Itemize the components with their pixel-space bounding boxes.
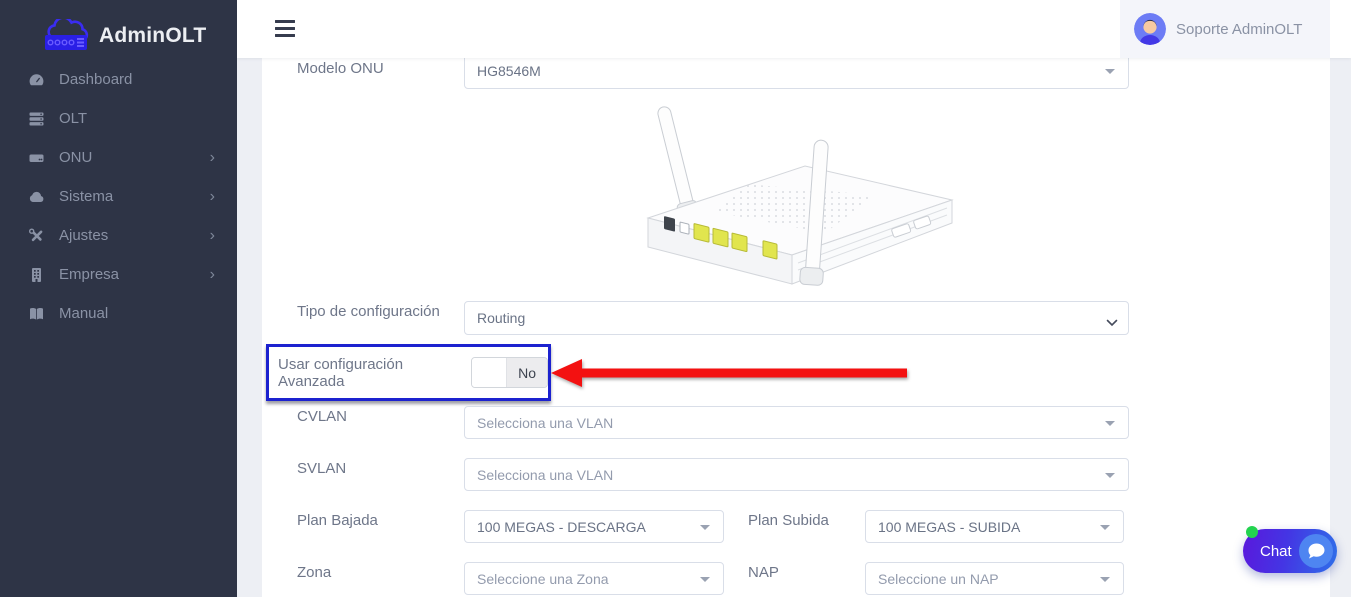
sidebar-item-label: Ajustes <box>59 227 108 244</box>
device-icon <box>28 149 46 166</box>
cvlan-placeholder: Selecciona una VLAN <box>477 415 613 431</box>
tipo-configuracion-label: Tipo de configuración <box>297 303 440 320</box>
speech-bubble-icon <box>1299 534 1333 568</box>
chevron-right-icon: › <box>210 189 215 205</box>
onu-product-image <box>620 100 965 298</box>
book-icon <box>28 305 46 322</box>
sidebar-item-label: ONU <box>59 149 92 166</box>
annotation-arrow <box>551 358 909 388</box>
brand-logo-icon <box>44 19 90 53</box>
plan-subida-select[interactable]: 100 MEGAS - SUBIDA <box>865 510 1124 543</box>
sidebar-item-ajustes[interactable]: Ajustes › <box>0 216 237 255</box>
nap-placeholder: Seleccione un NAP <box>878 571 999 587</box>
dropdown-caret-icon <box>1100 577 1110 582</box>
sidebar-item-olt[interactable]: OLT <box>0 99 237 138</box>
dropdown-caret-icon <box>1105 473 1115 478</box>
svlan-placeholder: Selecciona una VLAN <box>477 467 613 483</box>
advanced-config-toggle[interactable]: No <box>471 357 548 388</box>
building-icon <box>28 266 46 283</box>
dropdown-caret-icon <box>700 577 710 582</box>
sidebar-item-dashboard[interactable]: Dashboard <box>0 60 237 99</box>
svlan-label: SVLAN <box>297 460 346 477</box>
svlan-select[interactable]: Selecciona una VLAN <box>464 458 1129 491</box>
modelo-onu-select[interactable]: HG8546M <box>464 58 1129 89</box>
toggle-on-half <box>472 358 506 387</box>
nap-label: NAP <box>748 564 779 581</box>
plan-subida-value: 100 MEGAS - SUBIDA <box>878 519 1020 535</box>
select-chevron-icon <box>1106 314 1118 330</box>
zona-select[interactable]: Seleccione una Zona <box>464 562 724 595</box>
onu-config-form: Modelo ONU HG8546M <box>262 58 1330 597</box>
zona-label: Zona <box>297 564 331 581</box>
sidebar-item-sistema[interactable]: Sistema › <box>0 177 237 216</box>
dropdown-caret-icon <box>1105 421 1115 426</box>
plan-bajada-value: 100 MEGAS - DESCARGA <box>477 519 646 535</box>
hamburger-menu-icon[interactable] <box>275 20 295 37</box>
gauge-icon <box>28 71 46 88</box>
cvlan-label: CVLAN <box>297 408 347 425</box>
sidebar: AdminOLT Dashboard OLT ONU › Sistema <box>0 0 237 597</box>
cvlan-select[interactable]: Selecciona una VLAN <box>464 406 1129 439</box>
plan-bajada-select[interactable]: 100 MEGAS - DESCARGA <box>464 510 724 543</box>
chat-button[interactable]: Chat <box>1243 529 1337 573</box>
advanced-config-highlight-box: Usar configuración Avanzada No <box>266 344 551 401</box>
antenna-left <box>653 105 700 219</box>
chevron-right-icon: › <box>210 267 215 283</box>
user-name: Soporte AdminOLT <box>1176 21 1302 38</box>
sidebar-item-label: OLT <box>59 110 87 127</box>
dropdown-caret-icon <box>700 525 710 530</box>
sidebar-item-label: Dashboard <box>59 71 132 88</box>
chevron-right-icon: › <box>210 150 215 166</box>
plan-subida-label: Plan Subida <box>748 512 829 529</box>
tipo-configuracion-select[interactable]: Routing <box>464 301 1129 335</box>
cloud-icon <box>28 188 46 205</box>
brand-name: AdminOLT <box>99 24 206 48</box>
user-avatar <box>1134 13 1166 45</box>
tools-icon <box>28 227 46 244</box>
online-status-dot <box>1246 526 1258 538</box>
advanced-config-label: Usar configuración Avanzada <box>278 356 462 390</box>
sidebar-item-onu[interactable]: ONU › <box>0 138 237 177</box>
user-menu[interactable]: Soporte AdminOLT <box>1120 0 1330 58</box>
brand[interactable]: AdminOLT <box>0 0 237 58</box>
dropdown-caret-icon <box>1100 525 1110 530</box>
sidebar-item-label: Manual <box>59 305 108 322</box>
modelo-onu-label: Modelo ONU <box>297 60 384 77</box>
sidebar-item-manual[interactable]: Manual <box>0 294 237 333</box>
tipo-configuracion-value: Routing <box>477 310 525 326</box>
zona-placeholder: Seleccione una Zona <box>477 571 609 587</box>
chat-label: Chat <box>1260 543 1292 560</box>
dropdown-caret-icon <box>1105 69 1115 74</box>
modelo-onu-value: HG8546M <box>477 63 541 79</box>
server-icon <box>28 110 46 127</box>
nap-select[interactable]: Seleccione un NAP <box>865 562 1124 595</box>
toggle-off-half: No <box>506 358 547 387</box>
sidebar-item-label: Sistema <box>59 188 113 205</box>
sidebar-item-empresa[interactable]: Empresa › <box>0 255 237 294</box>
plan-bajada-label: Plan Bajada <box>297 512 378 529</box>
sidebar-nav: Dashboard OLT ONU › Sistema › Aj <box>0 60 237 333</box>
chevron-right-icon: › <box>210 228 215 244</box>
topbar: Soporte AdminOLT <box>237 0 1351 58</box>
sidebar-item-label: Empresa <box>59 266 119 283</box>
